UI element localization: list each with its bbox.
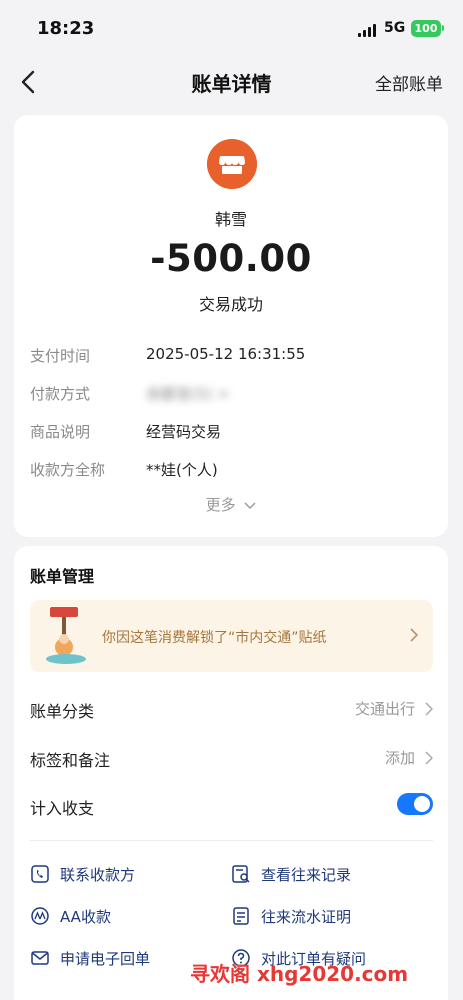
include-in-stats-row: 计入收支 bbox=[30, 791, 433, 821]
phone-icon bbox=[31, 865, 49, 883]
divider bbox=[30, 840, 433, 841]
detail-row-pay-time: 支付时间 2025-05-12 16:31:55 bbox=[30, 345, 432, 367]
back-arrow-icon[interactable] bbox=[16, 68, 44, 96]
battery-icon: 100 bbox=[411, 20, 441, 37]
transaction-status: 交易成功 bbox=[198, 295, 263, 314]
merchant-name: 韩雪 bbox=[214, 210, 247, 229]
detail-label: 付款方式 bbox=[30, 385, 91, 403]
detail-value: 余额宝(5) > bbox=[146, 385, 230, 403]
document-icon bbox=[233, 907, 249, 925]
detail-value: **娃(个人) bbox=[146, 461, 218, 479]
toggle-knob bbox=[414, 796, 430, 812]
include-in-stats-toggle[interactable] bbox=[397, 793, 433, 815]
status-bar: 18:23 5G 100 bbox=[0, 0, 463, 58]
sticker-icon bbox=[46, 607, 86, 664]
watermark: 寻欢阁 xhg2020.com bbox=[190, 962, 409, 986]
chevron-down-icon bbox=[244, 502, 256, 509]
chevron-right-icon bbox=[425, 702, 433, 716]
detail-label: 支付时间 bbox=[30, 347, 91, 365]
action-label: AA收款 bbox=[60, 908, 111, 926]
detail-row-pay-method[interactable]: 付款方式 余额宝(5) > bbox=[30, 383, 432, 405]
network-type: 5G bbox=[384, 20, 406, 36]
bill-management-card: 账单管理 你因这笔消费解锁了“市内交通”贴纸 账单分类 交通出行 标签和备注 添… bbox=[14, 546, 448, 1000]
signal-icon bbox=[358, 23, 378, 37]
store-icon bbox=[207, 139, 257, 189]
setting-label: 计入收支 bbox=[30, 799, 95, 818]
action-label: 查看往来记录 bbox=[261, 866, 352, 884]
chevron-right-icon bbox=[410, 628, 419, 642]
aa-icon bbox=[31, 907, 49, 925]
action-label: 申请电子回单 bbox=[60, 950, 151, 968]
nav-bar: 账单详情 全部账单 bbox=[0, 58, 463, 106]
chevron-right-icon bbox=[425, 751, 433, 765]
section-title: 账单管理 bbox=[30, 567, 95, 586]
tags-value: 添加 bbox=[384, 749, 415, 767]
detail-label: 收款方全称 bbox=[30, 461, 106, 479]
category-value: 交通出行 bbox=[354, 700, 415, 718]
transaction-amount: -500.00 bbox=[150, 237, 312, 280]
search-record-icon bbox=[232, 865, 250, 883]
more-label: 更多 bbox=[205, 496, 236, 514]
transaction-card: 韩雪 -500.00 交易成功 支付时间 2025-05-12 16:31:55… bbox=[14, 115, 448, 537]
setting-label: 标签和备注 bbox=[30, 751, 111, 770]
action-label: 联系收款方 bbox=[60, 866, 136, 884]
banner-text: 你因这笔消费解锁了“市内交通”贴纸 bbox=[102, 630, 327, 646]
all-bills-link[interactable]: 全部账单 bbox=[375, 70, 443, 95]
mail-icon bbox=[31, 951, 49, 965]
action-label: 往来流水证明 bbox=[261, 908, 352, 926]
more-button[interactable]: 更多 bbox=[14, 494, 448, 515]
detail-row-description: 商品说明 经营码交易 bbox=[30, 421, 432, 443]
tags-notes-row[interactable]: 标签和备注 添加 bbox=[30, 743, 433, 773]
detail-value: 2025-05-12 16:31:55 bbox=[146, 345, 306, 363]
status-time: 18:23 bbox=[37, 18, 95, 39]
bill-category-row[interactable]: 账单分类 交通出行 bbox=[30, 694, 433, 724]
detail-label: 商品说明 bbox=[30, 423, 91, 441]
battery-tip bbox=[442, 25, 444, 31]
sticker-banner[interactable]: 你因这笔消费解锁了“市内交通”贴纸 bbox=[30, 600, 433, 672]
detail-value: 经营码交易 bbox=[146, 423, 222, 441]
detail-row-payee: 收款方全称 **娃(个人) bbox=[30, 459, 432, 481]
setting-label: 账单分类 bbox=[30, 702, 95, 721]
